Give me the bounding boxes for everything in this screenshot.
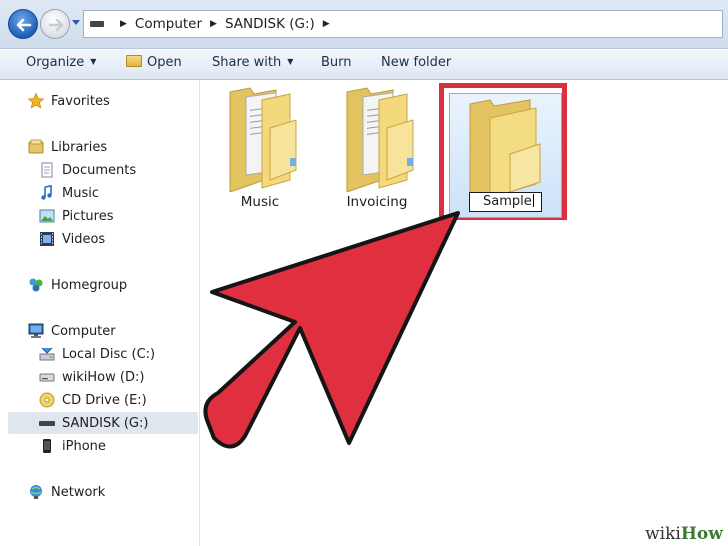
navigation-pane: Favorites Libraries Documents Music Pict… xyxy=(0,80,200,546)
forward-button[interactable] xyxy=(40,9,70,39)
nav-documents-label: Documents xyxy=(62,162,137,178)
folder-with-documents-icon xyxy=(346,87,414,193)
music-note-icon xyxy=(38,184,56,202)
wikihow-watermark: wikiHow xyxy=(640,522,728,546)
nav-homegroup-label: Homegroup xyxy=(51,277,128,293)
nav-wikihow-drive[interactable]: wikiHow (D:) xyxy=(38,366,144,388)
text-caret xyxy=(532,194,534,207)
nav-iphone[interactable]: iPhone xyxy=(38,435,106,457)
open-label: Open xyxy=(147,55,182,70)
nav-wikihow-label: wikiHow (D:) xyxy=(62,369,145,385)
nav-cd-drive[interactable]: CD Drive (E:) xyxy=(38,389,147,411)
file-list-area: Music Invoicing Sample xyxy=(201,80,728,546)
open-folder-icon xyxy=(126,55,142,67)
recent-pages-dropdown-icon[interactable] xyxy=(71,19,81,27)
back-arrow-icon xyxy=(16,18,32,32)
computer-monitor-icon xyxy=(27,322,45,340)
nav-videos-label: Videos xyxy=(62,231,106,247)
address-path-field[interactable]: ▶ Computer ▶ SANDISK (G:) ▶ xyxy=(83,10,723,38)
nav-sandisk-label: SANDISK (G:) xyxy=(62,415,149,431)
breadcrumb-computer[interactable]: Computer xyxy=(135,16,202,32)
nav-computer-label: Computer xyxy=(51,323,116,339)
folder-invoicing[interactable]: Invoicing xyxy=(327,80,427,215)
usb-drive-icon xyxy=(38,414,56,432)
drive-icon xyxy=(90,21,104,27)
local-disk-icon xyxy=(38,345,56,363)
share-with-label: Share with xyxy=(212,55,282,70)
watermark-suffix: How xyxy=(680,524,723,544)
nav-local-disc[interactable]: Local Disc (C:) xyxy=(38,343,155,365)
watermark-prefix: wiki xyxy=(645,524,681,544)
nav-libraries[interactable]: Libraries xyxy=(27,136,107,158)
command-bar: Organize ▼ Open Share with ▼ Burn New fold… xyxy=(0,49,728,80)
nav-pictures[interactable]: Pictures xyxy=(38,205,113,227)
nav-documents[interactable]: Documents xyxy=(38,159,136,181)
phone-icon xyxy=(38,437,56,455)
nav-network-label: Network xyxy=(51,484,106,500)
nav-music-label: Music xyxy=(62,185,99,201)
nav-videos[interactable]: Videos xyxy=(38,228,105,250)
rename-input-value: Sample xyxy=(483,194,532,209)
folder-invoicing-label: Invoicing xyxy=(346,194,408,210)
star-icon xyxy=(27,92,45,110)
nav-computer[interactable]: Computer xyxy=(27,320,116,342)
new-folder-label: New folder xyxy=(381,55,452,70)
nav-libraries-label: Libraries xyxy=(51,139,108,155)
folder-with-documents-icon xyxy=(229,87,297,193)
pictures-icon xyxy=(38,207,56,225)
burn-label: Burn xyxy=(321,55,352,70)
nav-favorites-label: Favorites xyxy=(51,93,110,109)
folder-music-label: Music xyxy=(240,194,280,210)
burn-button[interactable]: Burn xyxy=(321,55,352,70)
dropdown-arrow-icon: ▼ xyxy=(90,57,97,66)
folder-music[interactable]: Music xyxy=(210,80,310,215)
new-folder-button[interactable]: New folder xyxy=(381,55,451,70)
chevron-right-icon[interactable]: ▶ xyxy=(210,19,217,29)
nav-favorites[interactable]: Favorites xyxy=(27,90,110,112)
forward-arrow-icon xyxy=(48,18,64,32)
nav-sandisk[interactable]: SANDISK (G:) xyxy=(8,412,198,434)
nav-homegroup[interactable]: Homegroup xyxy=(27,274,127,296)
nav-iphone-label: iPhone xyxy=(62,438,106,454)
network-icon xyxy=(27,483,45,501)
dropdown-arrow-icon: ▼ xyxy=(287,57,294,66)
nav-cd-drive-label: CD Drive (E:) xyxy=(62,392,147,408)
address-bar: ▶ Computer ▶ SANDISK (G:) ▶ xyxy=(0,0,728,49)
cd-icon xyxy=(38,391,56,409)
organize-label: Organize xyxy=(26,55,85,70)
back-button[interactable] xyxy=(8,9,38,39)
share-with-button[interactable]: Share with ▼ xyxy=(212,55,293,70)
chevron-right-icon[interactable]: ▶ xyxy=(120,19,127,29)
open-button[interactable]: Open xyxy=(126,55,182,70)
nav-network[interactable]: Network xyxy=(27,481,105,503)
organize-button[interactable]: Organize ▼ xyxy=(26,55,96,70)
homegroup-icon xyxy=(27,276,45,294)
nav-pictures-label: Pictures xyxy=(62,208,114,224)
documents-icon xyxy=(38,161,56,179)
rename-input[interactable]: Sample xyxy=(469,192,542,212)
libraries-icon xyxy=(27,138,45,156)
nav-music[interactable]: Music xyxy=(38,182,99,204)
chevron-right-icon[interactable]: ▶ xyxy=(323,19,330,29)
breadcrumb-sandisk[interactable]: SANDISK (G:) xyxy=(225,16,315,32)
drive-icon xyxy=(38,368,56,386)
empty-folder-icon xyxy=(469,99,541,194)
nav-local-disc-label: Local Disc (C:) xyxy=(62,346,156,362)
film-strip-icon xyxy=(38,230,56,248)
